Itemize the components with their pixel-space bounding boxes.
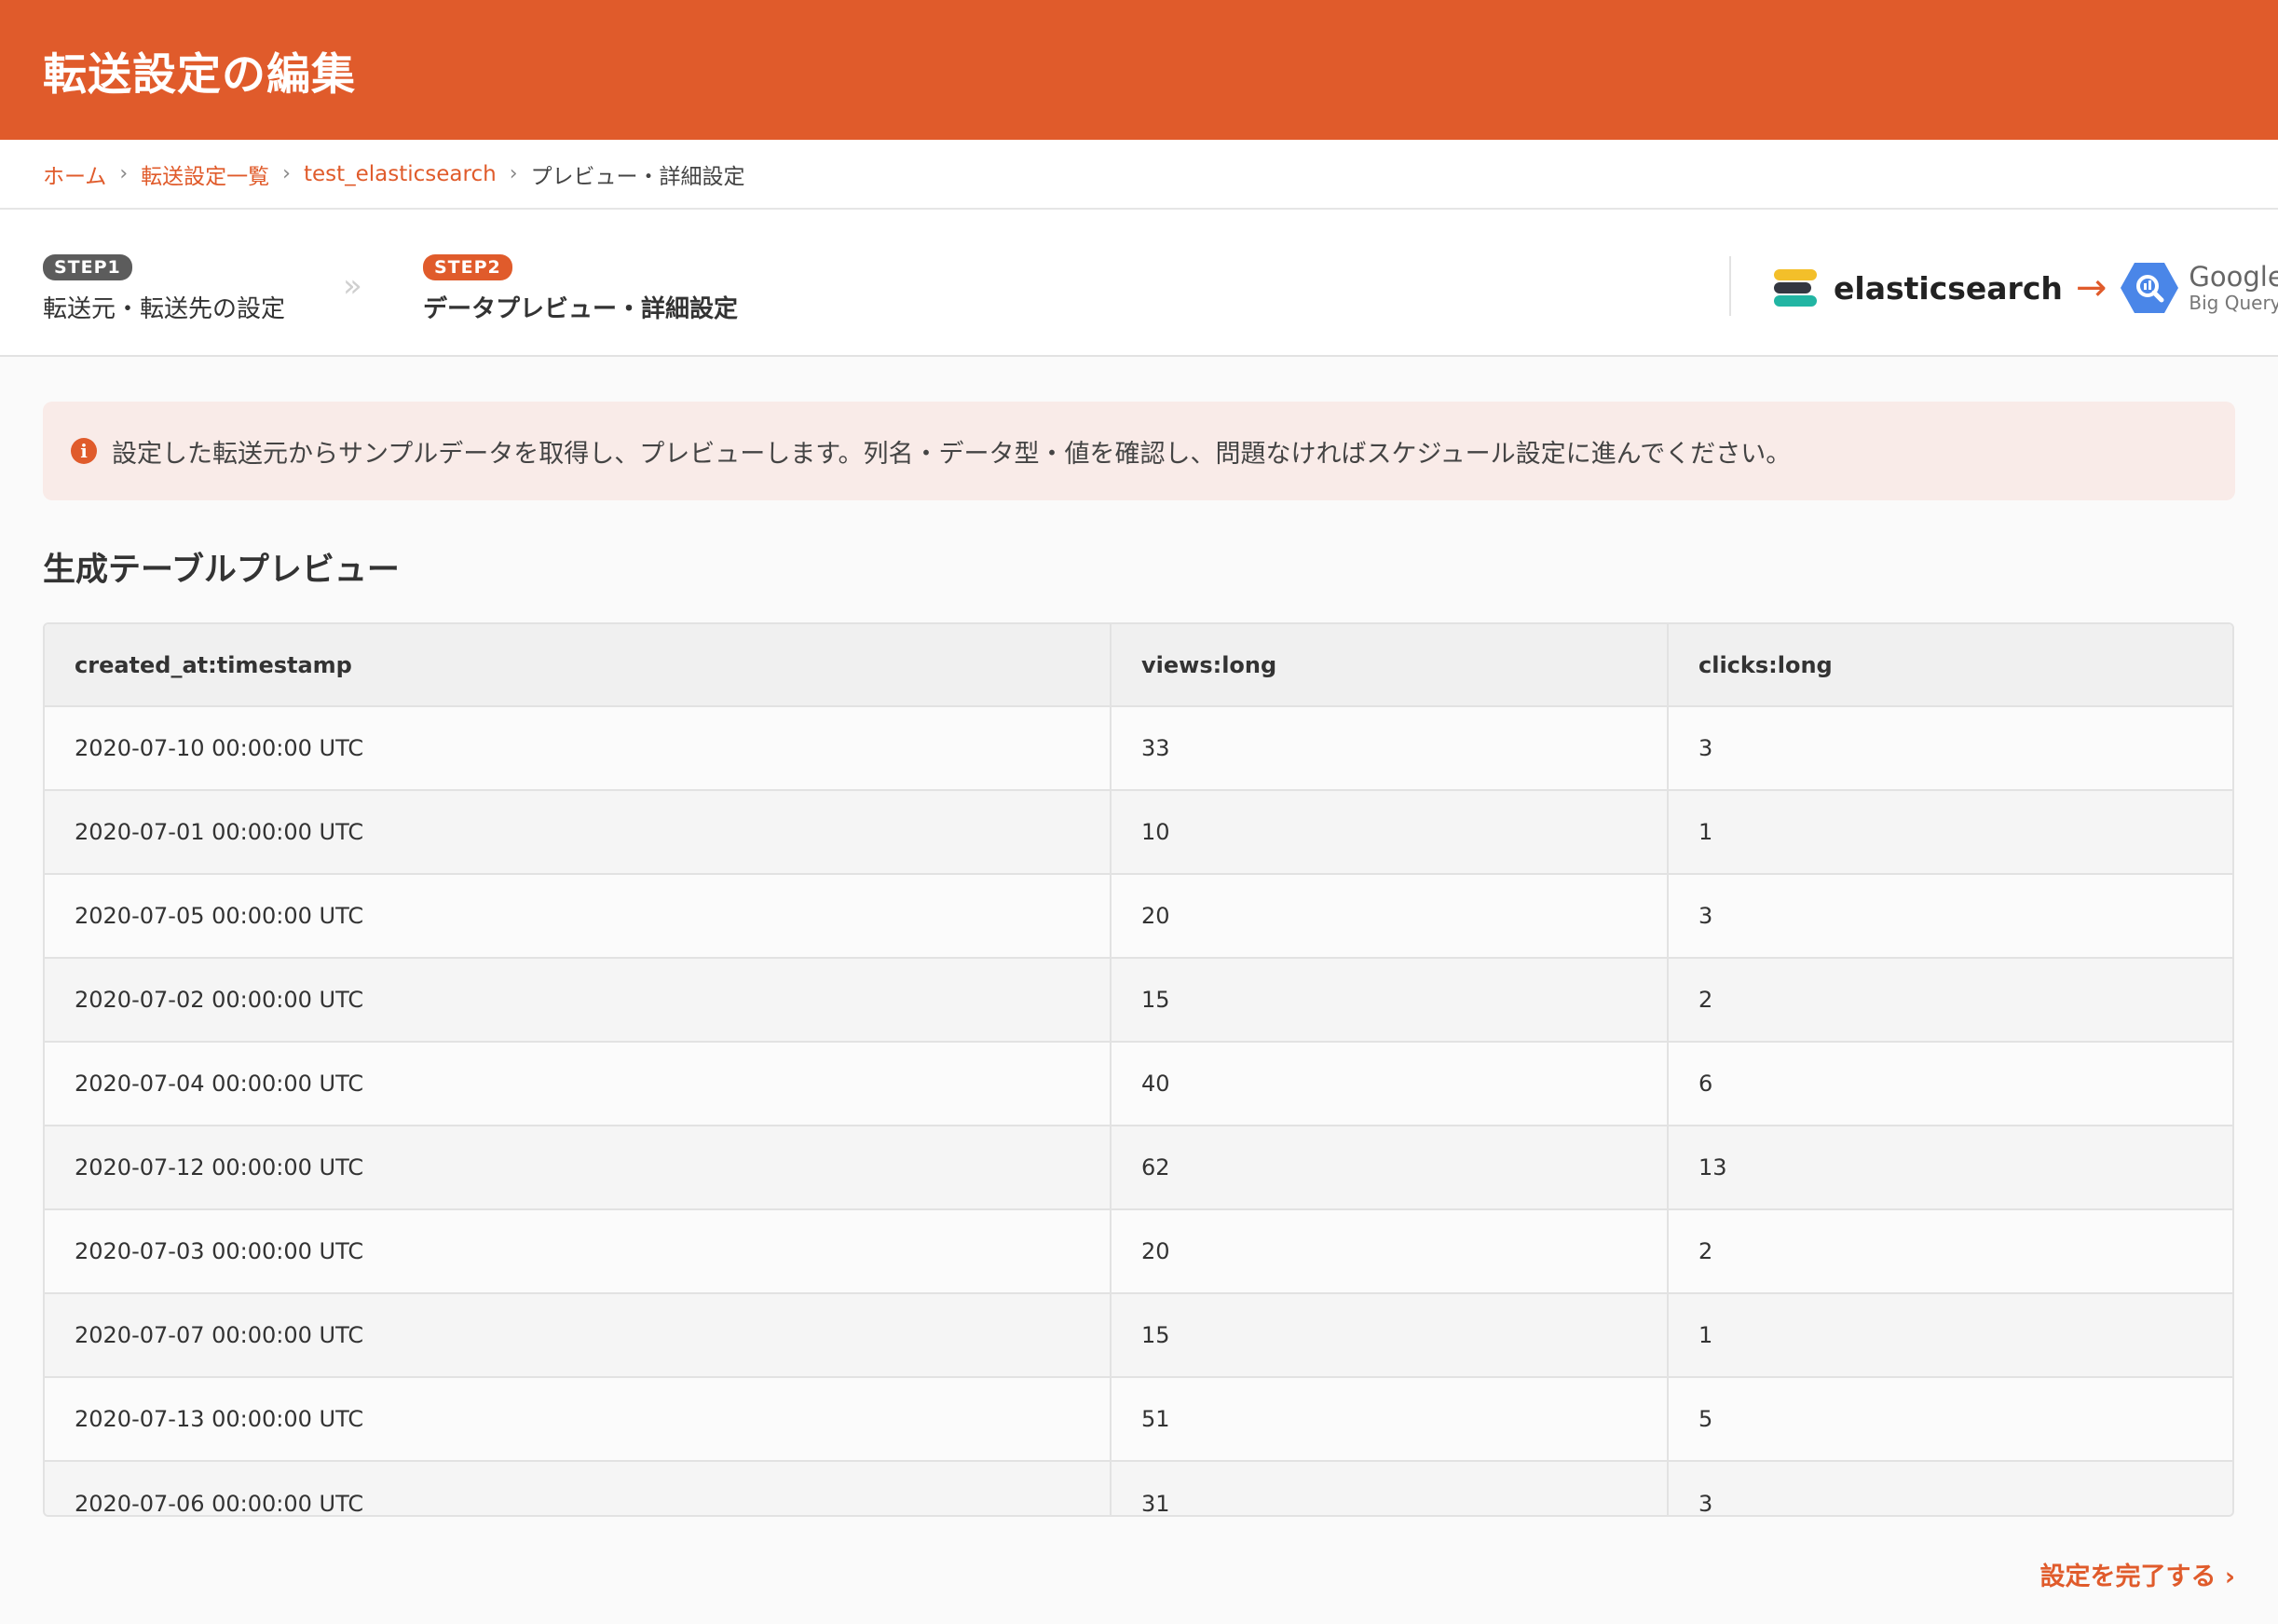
bigquery-logo-icon (2121, 263, 2179, 313)
table-row: 2020-07-13 00:00:00 UTC 51 5 (45, 1376, 2232, 1461)
cell-clicks: 1 (1668, 789, 2232, 874)
cell-clicks: 2 (1668, 1208, 2232, 1293)
cell-created-at: 2020-07-04 00:00:00 UTC (45, 1041, 1112, 1126)
cell-clicks: 3 (1668, 873, 2232, 958)
breadcrumb: ホーム › 転送設定一覧 › test_elasticsearch › プレビュ… (0, 140, 2278, 210)
table-row: 2020-07-12 00:00:00 UTC 62 13 (45, 1125, 2232, 1209)
table-row: 2020-07-05 00:00:00 UTC 20 3 (45, 873, 2232, 958)
cell-clicks: 1 (1668, 1292, 2232, 1377)
cell-views: 15 (1111, 1292, 1669, 1377)
column-header-created-at: created_at:timestamp (45, 624, 1112, 706)
breadcrumb-transfer-list[interactable]: 転送設定一覧 (141, 158, 269, 190)
cell-created-at: 2020-07-03 00:00:00 UTC (45, 1208, 1112, 1293)
chevron-right-icon: › (282, 162, 291, 185)
cell-created-at: 2020-07-06 00:00:00 UTC (45, 1460, 1112, 1515)
column-header-clicks: clicks:long (1668, 624, 2232, 706)
table-row: 2020-07-10 00:00:00 UTC 33 3 (45, 705, 2232, 790)
elasticsearch-logo-icon (1774, 269, 1817, 307)
cell-created-at: 2020-07-01 00:00:00 UTC (45, 789, 1112, 874)
table-row: 2020-07-01 00:00:00 UTC 10 1 (45, 789, 2232, 874)
dest-name-line2: Big Query (2189, 292, 2278, 314)
cell-views: 20 (1111, 1208, 1669, 1293)
cell-clicks: 6 (1668, 1041, 2232, 1126)
step-1-badge: STEP1 (43, 254, 132, 280)
page-title: 転送設定の編集 (43, 48, 356, 101)
info-icon: i (71, 438, 97, 464)
step-1-label: 転送元・転送先の設定 (43, 295, 286, 323)
cell-clicks: 13 (1668, 1125, 2232, 1209)
cell-clicks: 3 (1668, 1460, 2232, 1515)
section-title: 生成テーブルプレビュー (43, 552, 400, 589)
step-2-label: データプレビュー・詳細設定 (423, 295, 739, 323)
divider (1729, 256, 1731, 316)
dest-name: Google Big Query (2189, 261, 2278, 314)
preview-table-container[interactable]: created_at:timestamp views:long clicks:l… (43, 622, 2234, 1517)
table-header-row: created_at:timestamp views:long clicks:l… (45, 624, 2232, 706)
cell-views: 40 (1111, 1041, 1669, 1126)
breadcrumb-current: プレビュー・詳細設定 (530, 164, 745, 189)
step-indicator: STEP1 転送元・転送先の設定 » STEP2 データプレビュー・詳細設定 e… (0, 210, 2278, 357)
cell-created-at: 2020-07-05 00:00:00 UTC (45, 873, 1112, 958)
step-1: STEP1 転送元・転送先の設定 (43, 254, 285, 324)
cell-created-at: 2020-07-13 00:00:00 UTC (45, 1376, 1112, 1461)
arrow-right-icon: → (2075, 266, 2107, 309)
preview-table: created_at:timestamp views:long clicks:l… (45, 624, 2232, 1515)
notice-text: 設定した転送元からサンプルデータを取得し、プレビューします。列名・データ型・値を… (112, 439, 1792, 469)
table-row: 2020-07-02 00:00:00 UTC 15 2 (45, 957, 2232, 1042)
cell-created-at: 2020-07-07 00:00:00 UTC (45, 1292, 1112, 1377)
chevron-right-icon: › (509, 162, 518, 185)
cell-views: 20 (1111, 873, 1669, 958)
cell-clicks: 2 (1668, 957, 2232, 1042)
dest-name-line1: Google (2189, 261, 2278, 293)
cell-views: 10 (1111, 789, 1669, 874)
main-content: i 設定した転送元からサンプルデータを取得し、プレビューします。列名・データ型・… (0, 402, 2278, 1517)
table-row: 2020-07-04 00:00:00 UTC 40 6 (45, 1041, 2232, 1126)
step-2-badge: STEP2 (423, 254, 512, 280)
connector-logos: elasticsearch → Google Big Query (1774, 258, 2278, 318)
table-row: 2020-07-03 00:00:00 UTC 20 2 (45, 1208, 2232, 1293)
double-chevron-right-icon: » (343, 267, 362, 305)
table-row: 2020-07-07 00:00:00 UTC 15 1 (45, 1292, 2232, 1377)
table-row: 2020-07-06 00:00:00 UTC 31 3 (45, 1460, 2232, 1515)
app-header: 転送設定の編集 (0, 0, 2278, 140)
breadcrumb-test-elasticsearch[interactable]: test_elasticsearch (304, 162, 497, 186)
cell-views: 33 (1111, 705, 1669, 790)
cell-clicks: 3 (1668, 705, 2232, 790)
footer-actions: 設定を完了する › (2039, 1556, 2235, 1592)
step-2: STEP2 データプレビュー・詳細設定 (423, 254, 738, 324)
column-header-views: views:long (1111, 624, 1669, 706)
chevron-right-icon: › (119, 162, 129, 185)
source-name: elasticsearch (1834, 269, 2063, 307)
cell-views: 15 (1111, 957, 1669, 1042)
breadcrumb-home[interactable]: ホーム (43, 158, 106, 190)
cell-created-at: 2020-07-12 00:00:00 UTC (45, 1125, 1112, 1209)
cell-created-at: 2020-07-10 00:00:00 UTC (45, 705, 1112, 790)
cell-created-at: 2020-07-02 00:00:00 UTC (45, 957, 1112, 1042)
cell-views: 62 (1111, 1125, 1669, 1209)
cell-views: 31 (1111, 1460, 1669, 1515)
info-notice: i 設定した転送元からサンプルデータを取得し、プレビューします。列名・データ型・… (43, 402, 2235, 500)
complete-settings-button[interactable]: 設定を完了する › (2039, 1556, 2235, 1592)
cell-clicks: 5 (1668, 1376, 2232, 1461)
cell-views: 51 (1111, 1376, 1669, 1461)
